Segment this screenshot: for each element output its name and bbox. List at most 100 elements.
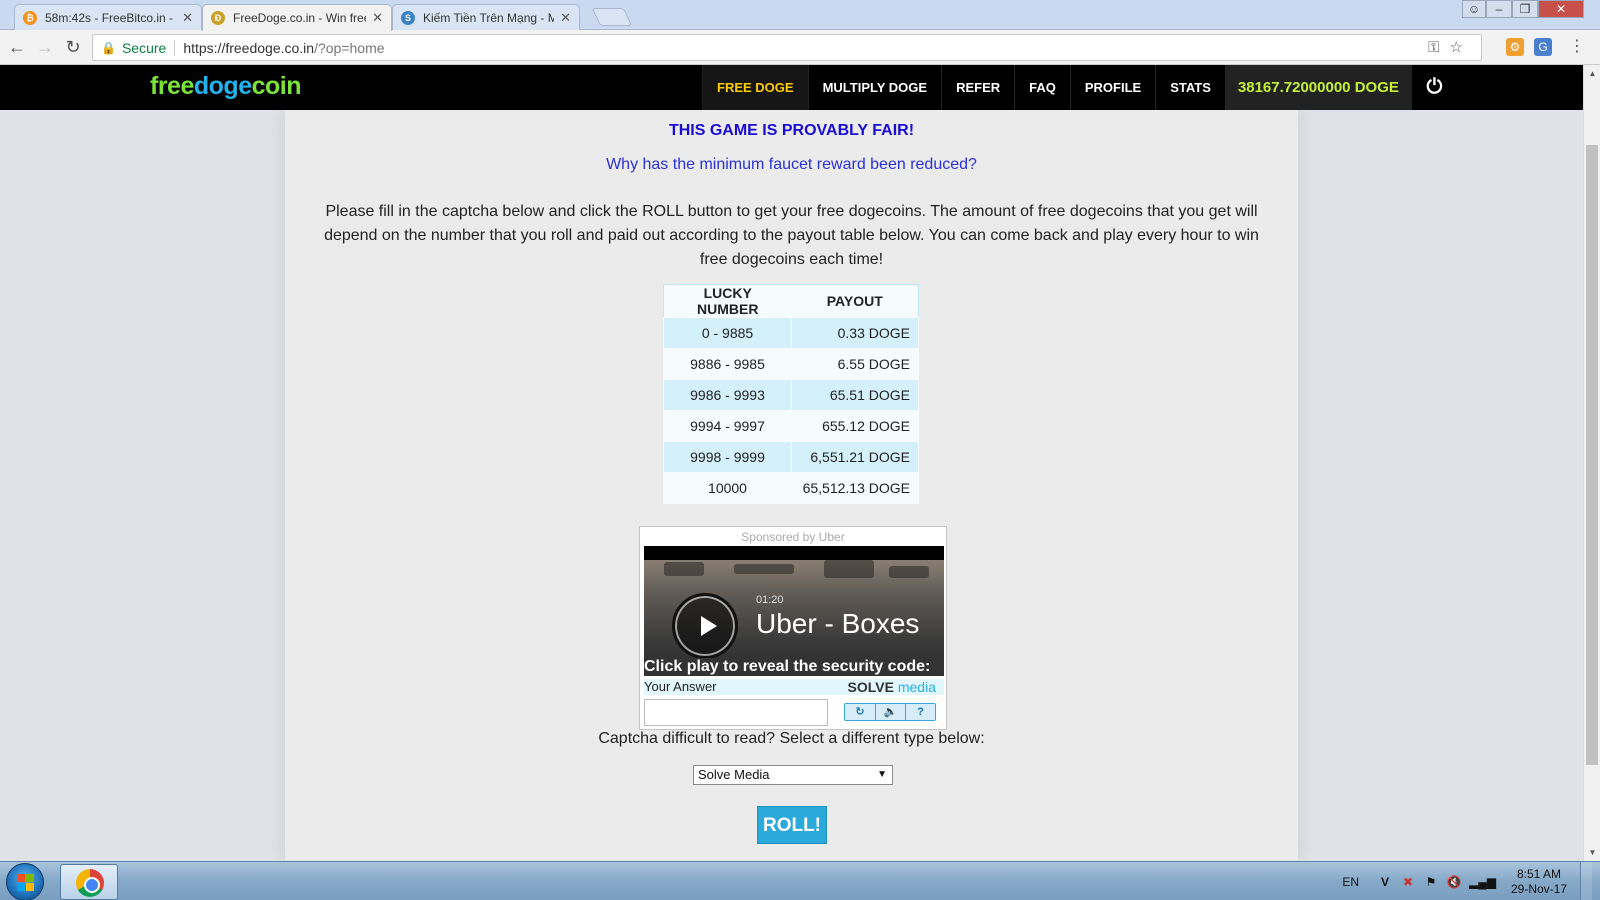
captcha-type-select[interactable]: Solve Media ▼ (693, 765, 893, 785)
lock-icon: 🔒 (101, 40, 116, 55)
video-title: Uber - Boxes (756, 608, 920, 639)
scroll-down-arrow-icon[interactable]: ▼ (1584, 848, 1600, 857)
vpn-icon[interactable]: V (1377, 874, 1393, 890)
logo-free: free (150, 72, 194, 100)
your-answer-label: Your Answer (644, 679, 717, 694)
logo-media: media (897, 679, 936, 695)
address-bar[interactable]: 🔒 Secure https://freedoge.co.in/?op=home… (92, 34, 1482, 61)
scrollbar-thumb[interactable] (1586, 145, 1598, 765)
payout-cell: 0.33 DOGE (791, 317, 919, 349)
show-desktop-button[interactable] (1580, 862, 1592, 900)
lucky-number-cell: 10000 (663, 472, 792, 504)
nav-stats[interactable]: STATS (1155, 65, 1225, 110)
reload-icon[interactable]: ↻ (62, 36, 84, 58)
table-row: 9886 - 9985 6.55 DOGE (663, 348, 919, 380)
menu-dots-icon[interactable]: ⋮ (1568, 38, 1586, 56)
user-profile-icon[interactable]: ☺ (1462, 0, 1486, 18)
key-icon[interactable]: ⚿ (1428, 39, 1449, 56)
flag-icon[interactable]: ⚑ (1423, 874, 1439, 890)
system-tray: EN V ✖ ⚑ 🔇 ▂▄▆ 8:51 AM 29-Nov-17 (1342, 862, 1592, 900)
language-indicator[interactable]: EN (1342, 875, 1359, 889)
page-scrollbar[interactable]: ▲ ▼ (1583, 65, 1600, 861)
minimize-icon[interactable]: – (1486, 0, 1512, 18)
thumbnail-shape (889, 566, 929, 578)
taskbar-chrome[interactable] (60, 864, 118, 900)
signal-icon[interactable]: ▂▄▆ (1469, 874, 1496, 890)
tab-title: FreeDoge.co.in - Win free (233, 11, 367, 25)
bookmark-star-icon[interactable]: ☆ (1450, 39, 1473, 56)
flag-quadrant (26, 883, 34, 891)
sponsor-label: Sponsored by Uber (741, 530, 845, 544)
roll-button[interactable]: ROLL! (757, 806, 827, 844)
nav-multiply-doge[interactable]: MULTIPLY DOGE (807, 65, 942, 110)
lucky-number-header: LUCKY NUMBER (663, 284, 792, 318)
close-tab-icon[interactable]: ✕ (182, 10, 193, 26)
flag-quadrant (26, 874, 34, 882)
forward-arrow-icon[interactable]: → (34, 36, 56, 58)
reduced-reward-link[interactable]: Why has the minimum faucet reward been r… (285, 156, 1298, 174)
scroll-up-arrow-icon[interactable]: ▲ (1584, 69, 1600, 78)
windows-taskbar: EN V ✖ ⚑ 🔇 ▂▄▆ 8:51 AM 29-Nov-17 (0, 861, 1600, 900)
captcha-type-value: Solve Media (698, 767, 770, 782)
nav-faq[interactable]: FAQ (1014, 65, 1070, 110)
provably-fair-heading[interactable]: THIS GAME IS PROVABLY FAIR! (285, 122, 1298, 140)
table-row: 9998 - 9999 6,551.21 DOGE (663, 441, 919, 473)
lucky-number-cell: 0 - 9885 (663, 317, 792, 349)
close-tab-icon[interactable]: ✕ (560, 10, 571, 26)
url-host: https://freedoge.co.in (183, 39, 315, 56)
url-text: https://freedoge.co.in/?op=home (183, 40, 384, 56)
translate-icon[interactable]: G (1534, 38, 1552, 56)
close-tab-icon[interactable]: ✕ (372, 10, 383, 26)
payout-cell: 65.51 DOGE (791, 379, 919, 411)
audio-captcha-icon[interactable]: 🔈 (875, 704, 905, 720)
tab-title: Kiếm Tiền Trên Mạng - M (423, 10, 555, 25)
clock-date: 29-Nov-17 (1510, 881, 1568, 896)
close-window-icon[interactable]: ✕ (1538, 0, 1584, 18)
help-captcha-icon[interactable]: ? (905, 704, 935, 720)
freedogecoin-logo[interactable]: freedogecoin (150, 72, 302, 101)
video-duration: 01:20 (756, 594, 784, 606)
nav-free-doge[interactable]: FREE DOGE (702, 65, 808, 110)
table-row: 9994 - 9997 655.12 DOGE (663, 410, 919, 442)
lucky-number-cell: 9994 - 9997 (663, 410, 792, 442)
payout-cell: 65,512.13 DOGE (791, 472, 919, 504)
table-header-row: LUCKY NUMBER PAYOUT (663, 284, 919, 318)
browser-tab-freebitcoin[interactable]: ₿ 58m:42s - FreeBitco.in - W ✕ (14, 4, 202, 30)
play-button-icon[interactable] (672, 593, 738, 659)
captcha-video[interactable]: 01:20 Uber - Boxes (644, 546, 944, 676)
table-row: 10000 65,512.13 DOGE (663, 472, 919, 504)
clock[interactable]: 8:51 AM 29-Nov-17 (1504, 867, 1574, 897)
maximize-icon[interactable]: ❐ (1512, 0, 1538, 18)
omnibox-actions: ⚿☆ (1428, 38, 1473, 56)
table-row: 0 - 9885 0.33 DOGE (663, 317, 919, 349)
flag-quadrant (17, 883, 25, 891)
payout-cell: 6.55 DOGE (791, 348, 919, 380)
doge-favicon-icon: Ð (211, 11, 225, 25)
back-arrow-icon[interactable]: ← (6, 36, 28, 58)
logo-doge: doge (193, 72, 252, 100)
logout-power-icon[interactable]: ⏻ (1410, 65, 1457, 110)
new-tab-button[interactable] (591, 8, 633, 26)
nav-profile[interactable]: PROFILE (1069, 65, 1155, 110)
separator (174, 39, 176, 56)
video-top-bar (644, 546, 944, 560)
lucky-number-cell: 9998 - 9999 (663, 441, 792, 473)
faucet-description: Please fill in the captcha below and cli… (324, 203, 1259, 268)
nav-refer[interactable]: REFER (941, 65, 1014, 110)
site-favicon-icon: S (401, 10, 415, 25)
page-content: THIS GAME IS PROVABLY FAIR! Why has the … (0, 110, 1583, 860)
start-button[interactable] (6, 863, 44, 900)
browser-tab-freedoge[interactable]: Ð FreeDoge.co.in - Win free ✕ (202, 4, 392, 31)
extension-icon[interactable]: ⚙ (1506, 38, 1524, 56)
main-nav: FREE DOGE MULTIPLY DOGE REFER FAQ PROFIL… (702, 65, 1457, 110)
browser-tabstrip: ₿ 58m:42s - FreeBitco.in - W ✕ Ð FreeDog… (0, 0, 1600, 31)
volume-muted-icon[interactable]: 🔇 (1446, 874, 1462, 890)
browser-tab-kiem-tien[interactable]: S Kiếm Tiền Trên Mạng - M ✕ (392, 4, 580, 30)
flag-quadrant (17, 874, 25, 882)
network-error-icon[interactable]: ✖ (1400, 874, 1416, 890)
chrome-icon (76, 869, 104, 897)
captcha-answer-input[interactable] (644, 699, 828, 726)
refresh-captcha-icon[interactable]: ↻ (845, 704, 875, 720)
lucky-number-cell: 9886 - 9985 (663, 348, 792, 380)
dropdown-arrow-icon: ▼ (877, 769, 887, 780)
